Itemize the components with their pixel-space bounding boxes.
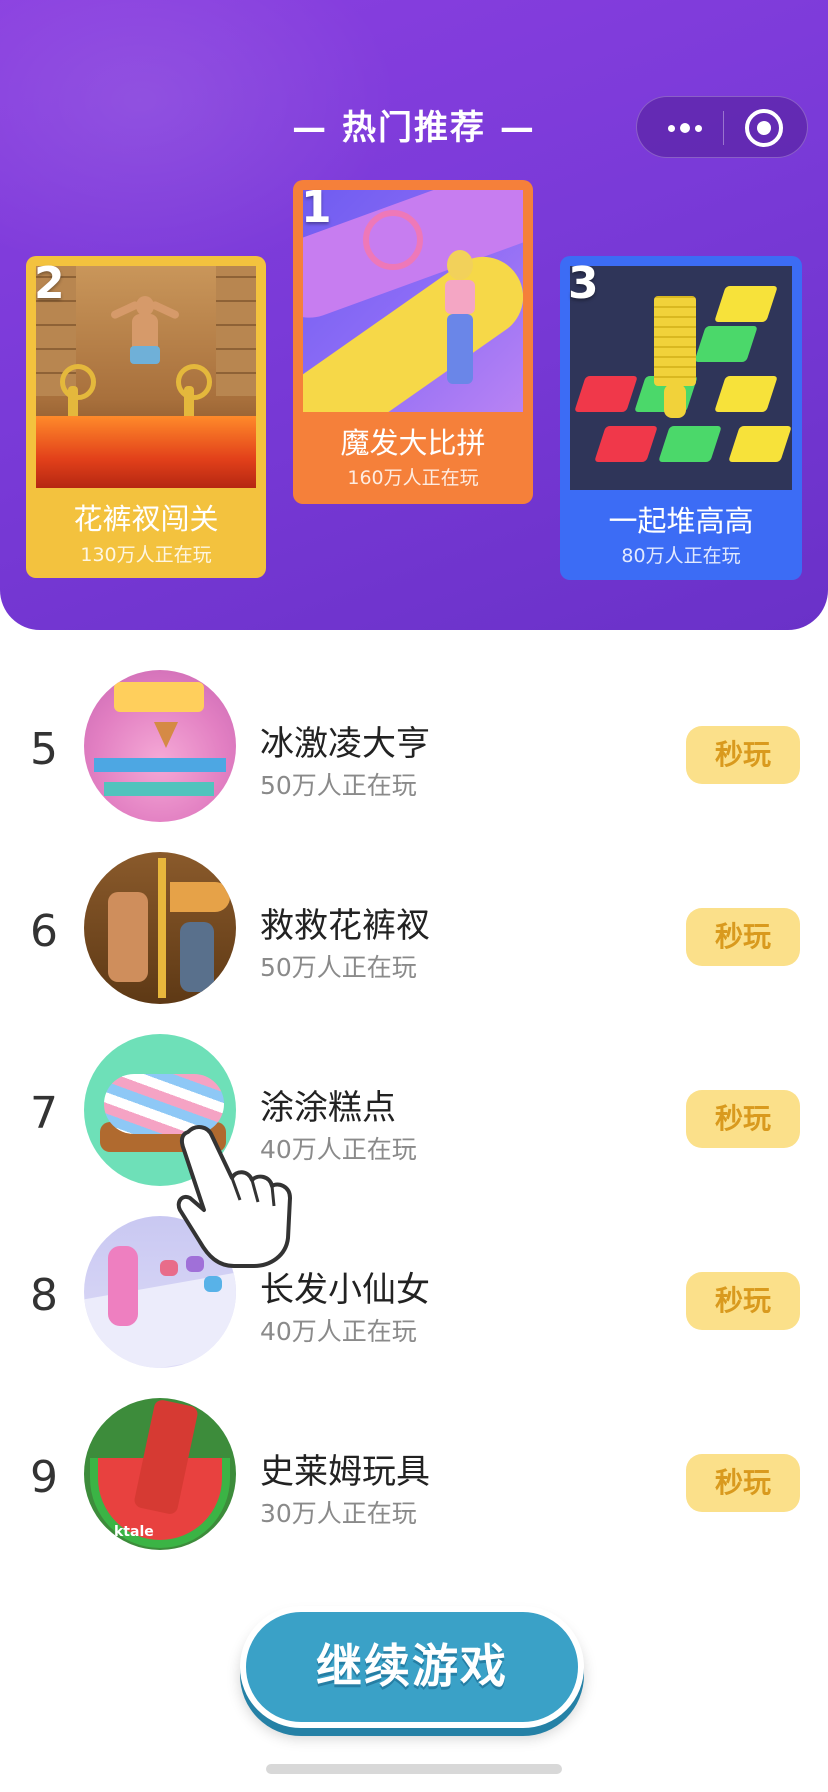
player-count: 130万人正在玩 (80, 544, 212, 566)
list-item[interactable]: 8 长发小仙女 40万人正在玩 秒玩 (0, 1216, 828, 1376)
stack-tower (654, 296, 696, 386)
game-name: 救救花裤衩 (260, 906, 430, 946)
lava-pool (36, 416, 256, 488)
rank-number: 3 (568, 258, 599, 309)
game-avatar: ktale (84, 1398, 236, 1550)
game-name: 魔发大比拼 (340, 426, 486, 460)
list-item[interactable]: 5 冰激凌大亨 50万人正在玩 秒玩 (0, 670, 828, 830)
hero-figure (109, 296, 181, 380)
list-item[interactable]: 6 救救花裤衩 50万人正在玩 秒玩 (0, 852, 828, 1012)
game-thumbnail (36, 266, 256, 488)
list-item[interactable]: 7 涂涂糕点 40万人正在玩 秒玩 (0, 1034, 828, 1194)
podium-card-1[interactable]: 1 魔发大比拼 160万人正在玩 (293, 180, 533, 504)
instant-play-button[interactable]: 秒玩 (686, 908, 800, 966)
player-count: 40万人正在玩 (260, 1317, 417, 1346)
instant-play-button[interactable]: 秒玩 (686, 1454, 800, 1512)
podium-card-3[interactable]: 3 一起堆高高 80万人正在玩 (560, 256, 802, 580)
game-name: 一起堆高高 (608, 504, 754, 538)
list-item[interactable]: 9 ktale 史莱姆玩具 30万人正在玩 秒玩 (0, 1398, 828, 1558)
instant-play-button[interactable]: 秒玩 (686, 726, 800, 784)
rank-number: 5 (30, 724, 58, 775)
player-count: 80万人正在玩 (621, 545, 741, 567)
instant-play-button[interactable]: 秒玩 (686, 1090, 800, 1148)
girl-figure (431, 250, 491, 390)
game-avatar (84, 670, 236, 822)
hot-recommend-header: — 热门推荐 — 2 花裤衩闯关 130万人正在玩 1 魔发大比拼 160万人正… (0, 0, 828, 630)
more-dots-icon[interactable] (655, 97, 715, 159)
player-count: 160万人正在玩 (347, 467, 479, 489)
game-name: 花裤衩闯关 (73, 502, 219, 536)
rank-number: 8 (30, 1270, 58, 1321)
rank-number: 7 (30, 1088, 58, 1139)
game-name: 史莱姆玩具 (260, 1452, 430, 1492)
pointer-hand-icon (176, 1125, 292, 1268)
capsule-divider (723, 111, 724, 145)
game-thumbnail (303, 190, 523, 412)
rank-number: 1 (301, 182, 332, 233)
instant-play-button[interactable]: 秒玩 (686, 1272, 800, 1330)
stick-figure (664, 384, 686, 418)
continue-game-button[interactable]: 继续游戏 (240, 1606, 584, 1728)
rank-number: 6 (30, 906, 58, 957)
player-count: 50万人正在玩 (260, 771, 417, 800)
rank-number: 2 (34, 258, 65, 309)
scissors-icon (363, 210, 423, 270)
home-indicator (266, 1764, 562, 1774)
player-count: 30万人正在玩 (260, 1499, 417, 1528)
podium-card-2[interactable]: 2 花裤衩闯关 130万人正在玩 (26, 256, 266, 578)
game-thumbnail (570, 266, 792, 490)
rank-number: 9 (30, 1452, 58, 1503)
brand-watermark: ktale (114, 1524, 154, 1540)
player-count: 50万人正在玩 (260, 953, 417, 982)
close-target-icon[interactable] (745, 109, 783, 147)
mini-program-capsule (636, 96, 808, 158)
game-name: 冰激凌大亨 (260, 724, 430, 764)
game-avatar (84, 852, 236, 1004)
